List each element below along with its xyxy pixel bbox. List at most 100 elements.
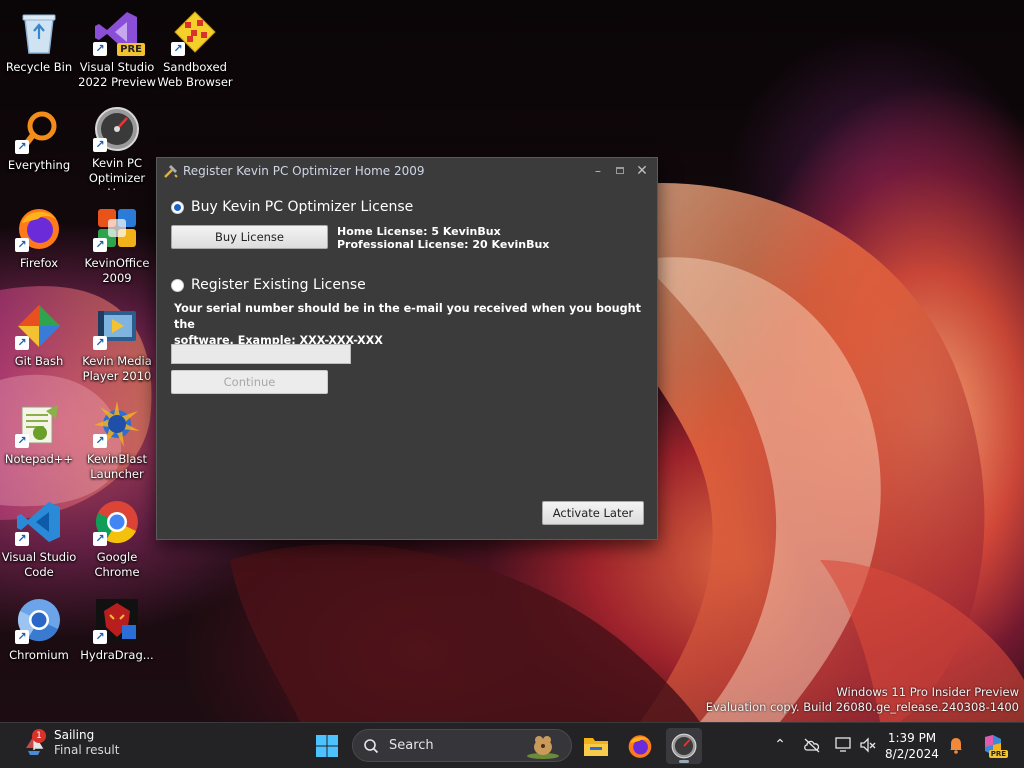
start-button[interactable] xyxy=(309,728,345,764)
register-existing-option[interactable]: Register Existing License xyxy=(171,277,366,293)
optimizer-gauge-icon: ↗ xyxy=(93,106,141,152)
buy-license-option[interactable]: Buy Kevin PC Optimizer License xyxy=(171,199,413,215)
volume-muted-icon xyxy=(860,737,876,753)
vscode-icon: ↗ xyxy=(15,498,63,546)
media-player-icon: ↗ xyxy=(93,302,141,350)
desktop-icon-label: KevinOffice 2009 xyxy=(84,256,150,285)
desktop-icon-label: Visual Studio Code xyxy=(1,550,77,579)
everything-search-icon: ↗ xyxy=(15,106,63,154)
desktop-icon-label: Notepad++ xyxy=(4,452,74,466)
continue-button[interactable]: Continue xyxy=(171,370,328,394)
shortcut-arrow-icon: ↗ xyxy=(93,138,107,152)
minimize-button[interactable]: – xyxy=(587,161,609,181)
folder-icon xyxy=(584,738,608,756)
weather-title: Sailing xyxy=(54,728,95,742)
desktop-icon-everything[interactable]: ↗ Everything xyxy=(0,100,78,190)
chevron-up-icon: ⌃ xyxy=(774,737,786,753)
preview-badge: PRE xyxy=(117,43,145,56)
desktop-icon-vscode[interactable]: ↗ Visual Studio Code xyxy=(0,492,78,582)
copilot-button[interactable]: PRE xyxy=(980,732,1008,758)
file-explorer-taskbar-button[interactable] xyxy=(578,728,614,764)
desktop-icon-sandboxed-browser[interactable]: ↗ Sandboxed Web Browser xyxy=(156,2,234,92)
desktop-icon-label: Kevin PC Optimizer H... xyxy=(88,156,146,190)
desktop-icon-label: Everything xyxy=(7,158,71,172)
serial-help-text: Your serial number should be in the e-ma… xyxy=(174,301,657,349)
kevinblast-icon: ↗ xyxy=(93,400,141,448)
desktop-icon-kevin-media-player[interactable]: ↗ Kevin Media Player 2010 xyxy=(78,296,156,386)
shortcut-arrow-icon: ↗ xyxy=(93,238,107,252)
desktop-icon-label: Visual Studio 2022 Preview xyxy=(78,60,156,89)
register-dialog: Register Kevin PC Optimizer Home 2009 – … xyxy=(156,157,658,540)
kevin-pc-optimizer-taskbar-button[interactable] xyxy=(666,728,702,764)
desktop-icon-chromium[interactable]: ↗ Chromium xyxy=(0,590,78,680)
price-home: Home License: 5 KevinBux xyxy=(337,225,501,238)
chromium-icon: ↗ xyxy=(15,596,63,644)
activate-later-button[interactable]: Activate Later xyxy=(542,501,644,525)
register-existing-radio[interactable] xyxy=(171,278,184,292)
desktop-icon-hydradragon[interactable]: ↗ HydraDrag... xyxy=(78,590,156,680)
desktop-icon-label: Kevin Media Player 2010 xyxy=(82,354,152,383)
desktop-icon-notepad-plus-plus[interactable]: ↗ Notepad++ xyxy=(0,394,78,484)
tools-icon xyxy=(164,164,178,178)
clock-date: 8/2/2024 xyxy=(885,747,939,761)
weather-widget[interactable]: 1 Sailing Final result xyxy=(20,728,119,758)
desktop-icon-kevin-pc-optimizer[interactable]: ↗ Kevin PC Optimizer H... xyxy=(78,100,156,190)
serial-help-line1: Your serial number should be in the e-ma… xyxy=(174,302,641,331)
register-existing-option-label: Register Existing License xyxy=(191,277,366,293)
minimize-icon: – xyxy=(595,163,601,178)
desktop-icon-google-chrome[interactable]: ↗ Google Chrome xyxy=(78,492,156,582)
desktop-icon-firefox[interactable]: ↗ Firefox xyxy=(0,198,78,288)
desktop-icon-kevinoffice[interactable]: ↗ KevinOffice 2009 xyxy=(78,198,156,288)
windows-start-icon xyxy=(316,735,338,757)
desktop-icon-git-bash[interactable]: ↗ Git Bash xyxy=(0,296,78,386)
buy-license-option-label: Buy Kevin PC Optimizer License xyxy=(191,199,414,215)
close-icon: ✕ xyxy=(636,162,648,179)
windows-evaluation-watermark: Windows 11 Pro Insider Preview Evaluatio… xyxy=(706,685,1019,715)
search-highlight-illustration-icon xyxy=(527,736,559,759)
hydradragon-icon: ↗ xyxy=(93,596,141,644)
close-button[interactable]: ✕ xyxy=(631,161,653,181)
git-bash-icon: ↗ xyxy=(15,302,63,350)
bell-icon xyxy=(950,738,962,754)
search-icon xyxy=(364,738,379,753)
buy-license-button[interactable]: Buy License xyxy=(171,225,328,249)
taskbar-clock[interactable]: 1:39 PM 8/2/2024 xyxy=(882,730,942,762)
kevinoffice-icon: ↗ xyxy=(93,204,141,252)
shortcut-arrow-icon: ↗ xyxy=(15,140,29,154)
weather-text: Sailing Final result xyxy=(54,728,119,758)
active-app-indicator xyxy=(679,760,689,763)
shortcut-arrow-icon: ↗ xyxy=(15,336,29,350)
weather-subtitle: Final result xyxy=(54,743,120,757)
volume-tray-button[interactable] xyxy=(858,735,878,755)
shortcut-arrow-icon: ↗ xyxy=(171,42,185,56)
maximize-button[interactable] xyxy=(609,161,631,181)
taskbar-search-box[interactable]: Search xyxy=(352,729,572,762)
shortcut-arrow-icon: ↗ xyxy=(93,336,107,350)
buy-license-radio[interactable] xyxy=(171,200,184,214)
shortcut-arrow-icon: ↗ xyxy=(93,532,107,546)
shortcut-arrow-icon: ↗ xyxy=(93,434,107,448)
shortcut-arrow-icon: ↗ xyxy=(15,434,29,448)
desktop-icon-label: Google Chrome xyxy=(94,550,140,579)
desktop-icon-label: Sandboxed Web Browser xyxy=(157,60,233,89)
serial-number-input[interactable] xyxy=(171,344,351,364)
firefox-taskbar-button[interactable] xyxy=(622,728,658,764)
firefox-taskbar-icon xyxy=(628,735,652,758)
desktop-icon-recycle-bin[interactable]: Recycle Bin xyxy=(0,2,78,92)
weather-notification-badge: 1 xyxy=(32,729,46,743)
sandboxed-browser-icon: ↗ xyxy=(171,8,219,56)
dialog-titlebar[interactable]: Register Kevin PC Optimizer Home 2009 – … xyxy=(157,158,657,183)
dialog-body: Buy Kevin PC Optimizer License Buy Licen… xyxy=(157,183,657,539)
clock-time: 1:39 PM xyxy=(887,731,937,745)
desktop-icon-visual-studio-preview[interactable]: PRE ↗ Visual Studio 2022 Preview xyxy=(78,2,156,92)
display-tray-button[interactable] xyxy=(834,735,854,755)
watermark-line1: Windows 11 Pro Insider Preview xyxy=(836,685,1019,699)
shortcut-arrow-icon: ↗ xyxy=(93,630,107,644)
desktop-icon-kevinblast-launcher[interactable]: ↗ KevinBlast Launcher xyxy=(78,394,156,484)
network-tray-button[interactable] xyxy=(802,735,822,755)
visual-studio-preview-icon: PRE ↗ xyxy=(93,8,145,56)
dialog-title: Register Kevin PC Optimizer Home 2009 xyxy=(183,163,425,178)
show-hidden-icons-button[interactable]: ⌃ xyxy=(770,735,790,755)
shortcut-arrow-icon: ↗ xyxy=(15,532,29,546)
notifications-button[interactable] xyxy=(946,735,966,755)
